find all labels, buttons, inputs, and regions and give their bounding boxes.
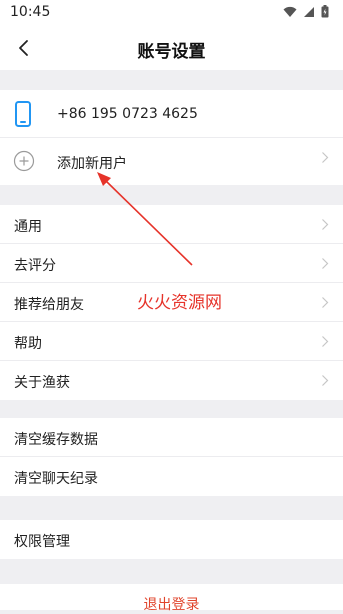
watermark-text: 火火资源网 (137, 293, 222, 313)
